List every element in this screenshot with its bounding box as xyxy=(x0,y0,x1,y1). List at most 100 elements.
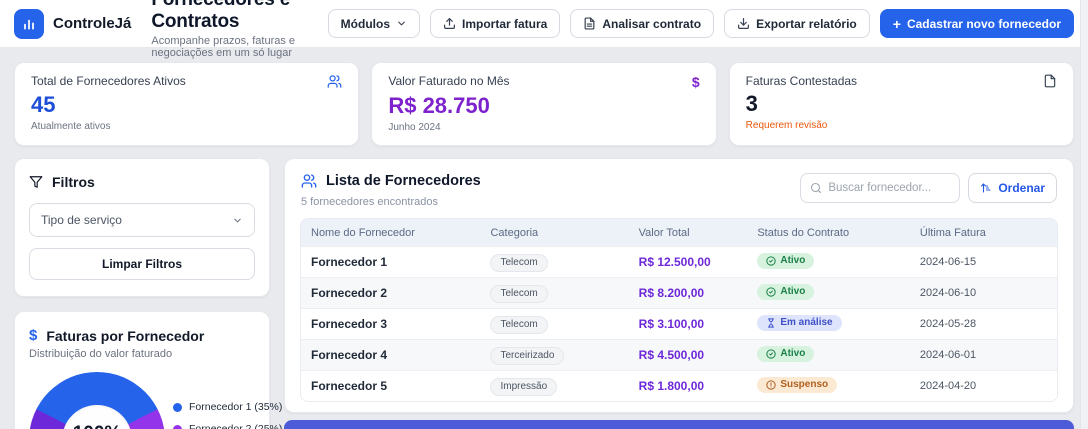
legend-item: Fornecedor 2 (25%) xyxy=(173,423,282,429)
brand: ControleJá xyxy=(14,9,131,39)
table-header: Nome do Fornecedor Categoria Valor Total… xyxy=(301,219,1057,246)
upload-icon xyxy=(443,17,456,30)
column-header-name: Nome do Fornecedor xyxy=(301,227,488,239)
modules-button[interactable]: Módulos xyxy=(328,9,420,38)
import-invoice-label: Importar fatura xyxy=(462,17,547,31)
clear-filters-button[interactable]: Limpar Filtros xyxy=(29,248,255,280)
stat-card-contested-invoices: Faturas Contestadas 3 Requerem revisão xyxy=(729,62,1074,146)
table-row[interactable]: Fornecedor 2TelecomR$ 8.200,00Ativo2024-… xyxy=(301,277,1057,308)
service-type-value: Tipo de serviço xyxy=(41,213,122,227)
chevron-down-icon xyxy=(396,18,407,29)
users-icon xyxy=(301,173,317,189)
category-badge: Telecom xyxy=(490,285,547,303)
main-column: Lista de Fornecedores 5 fornecedores enc… xyxy=(284,158,1074,429)
check-circle-icon xyxy=(766,256,776,266)
column-header-category: Categoria xyxy=(488,227,636,239)
supplier-status: Ativo xyxy=(755,284,918,302)
search-input[interactable] xyxy=(828,182,950,194)
status-label: Ativo xyxy=(780,256,805,266)
category-badge: Telecom xyxy=(490,316,547,334)
sort-arrows-icon xyxy=(980,182,992,194)
cutoff-bottom-banner xyxy=(284,420,1074,429)
import-invoice-button[interactable]: Importar fatura xyxy=(430,9,560,38)
suppliers-table: Nome do Fornecedor Categoria Valor Total… xyxy=(300,218,1058,402)
table-row[interactable]: Fornecedor 4TerceirizadoR$ 4.500,00Ativo… xyxy=(301,339,1057,370)
top-bar: ControleJá Fornecedores e Contratos Acom… xyxy=(0,0,1088,48)
stat-value: 3 xyxy=(746,91,1057,117)
analyze-contract-label: Analisar contrato xyxy=(602,17,701,31)
supplier-total-value: R$ 3.100,00 xyxy=(637,317,756,331)
status-badge: Suspenso xyxy=(757,377,837,393)
legend-dot-icon xyxy=(173,403,182,412)
supplier-total-value: R$ 12.500,00 xyxy=(637,255,756,269)
supplier-last-invoice: 2024-05-28 xyxy=(918,318,1057,330)
chart-legend: Fornecedor 1 (35%)Fornecedor 2 (25%)Forn… xyxy=(173,401,282,429)
supplier-total-value: R$ 8.200,00 xyxy=(637,286,756,300)
supplier-category: Telecom xyxy=(488,252,636,272)
donut-center-value: 100% xyxy=(73,423,122,429)
supplier-category: Telecom xyxy=(488,283,636,303)
table-row[interactable]: Fornecedor 1TelecomR$ 12.500,00Ativo2024… xyxy=(301,246,1057,277)
stat-note: Requerem revisão xyxy=(746,120,1057,131)
sort-button[interactable]: Ordenar xyxy=(968,173,1057,203)
table-row[interactable]: Fornecedor 5ImpressãoR$ 1.800,00Suspenso… xyxy=(301,370,1057,401)
status-badge: Ativo xyxy=(757,346,814,362)
supplier-category: Terceirizado xyxy=(488,345,636,365)
supplier-name: Fornecedor 2 xyxy=(301,286,488,300)
add-supplier-label: Cadastrar novo fornecedor xyxy=(907,17,1061,31)
suppliers-list-panel: Lista de Fornecedores 5 fornecedores enc… xyxy=(284,158,1074,413)
document-icon xyxy=(1043,74,1057,88)
supplier-status: Ativo xyxy=(755,253,918,271)
stat-card-active-suppliers: Total de Fornecedores Ativos 45 Atualmen… xyxy=(14,62,359,146)
stat-card-monthly-billed: Valor Faturado no Mês $ R$ 28.750 Junho … xyxy=(371,62,716,146)
page-scrollbar[interactable] xyxy=(1080,0,1088,429)
content: Filtros Tipo de serviço Limpar Filtros $… xyxy=(0,146,1088,429)
page-subtitle: Acompanhe prazos, faturas e negociações … xyxy=(151,35,307,59)
stat-label: Total de Fornecedores Ativos xyxy=(31,74,186,88)
donut-center: 100% Total xyxy=(62,405,132,429)
status-label: Ativo xyxy=(780,287,805,297)
supplier-category: Telecom xyxy=(488,314,636,334)
download-icon xyxy=(737,17,750,30)
chart-subtitle: Distribuição do valor faturado xyxy=(29,348,255,360)
filters-title: Filtros xyxy=(52,174,95,190)
page-title: Fornecedores e Contratos xyxy=(151,0,307,33)
supplier-total-value: R$ 4.500,00 xyxy=(637,348,756,362)
supplier-total-value: R$ 1.800,00 xyxy=(637,379,756,393)
category-badge: Telecom xyxy=(490,254,547,272)
stat-value: R$ 28.750 xyxy=(388,93,699,119)
stat-note: Atualmente ativos xyxy=(31,121,342,132)
plus-icon: + xyxy=(893,17,901,31)
table-row[interactable]: Fornecedor 3TelecomR$ 3.100,00Em análise… xyxy=(301,308,1057,339)
modules-button-label: Módulos xyxy=(341,17,390,31)
search-box xyxy=(800,173,960,203)
file-text-icon xyxy=(583,17,596,30)
alert-circle-icon xyxy=(766,380,776,390)
legend-item: Fornecedor 1 (35%) xyxy=(173,401,282,413)
page-title-block: Fornecedores e Contratos Acompanhe prazo… xyxy=(151,0,307,59)
stat-label: Faturas Contestadas xyxy=(746,74,857,88)
left-sidebar: Filtros Tipo de serviço Limpar Filtros $… xyxy=(14,158,270,429)
status-label: Ativo xyxy=(780,349,805,359)
column-header-last-invoice: Última Fatura xyxy=(918,227,1057,239)
export-report-label: Exportar relatório xyxy=(756,17,857,31)
header-actions: Módulos Importar fatura Analisar contrat… xyxy=(328,9,1074,38)
category-badge: Impressão xyxy=(490,378,557,396)
stat-value: 45 xyxy=(31,92,342,118)
service-type-select[interactable]: Tipo de serviço xyxy=(29,203,255,237)
list-title: Lista de Fornecedores xyxy=(326,173,481,189)
search-icon xyxy=(810,182,822,194)
stat-cards: Total de Fornecedores Ativos 45 Atualmen… xyxy=(0,48,1088,146)
category-badge: Terceirizado xyxy=(490,347,564,365)
donut-chart: 100% Total xyxy=(29,372,165,429)
brand-name: ControleJá xyxy=(53,15,131,32)
add-supplier-button[interactable]: + Cadastrar novo fornecedor xyxy=(880,9,1074,38)
stat-note: Junho 2024 xyxy=(388,122,699,133)
analyze-contract-button[interactable]: Analisar contrato xyxy=(570,9,714,38)
status-badge: Em análise xyxy=(757,315,841,331)
column-header-value: Valor Total xyxy=(637,227,756,239)
supplier-status: Em análise xyxy=(755,315,918,333)
export-report-button[interactable]: Exportar relatório xyxy=(724,9,870,38)
filters-panel: Filtros Tipo de serviço Limpar Filtros xyxy=(14,158,270,297)
dollar-icon: $ xyxy=(29,327,37,344)
